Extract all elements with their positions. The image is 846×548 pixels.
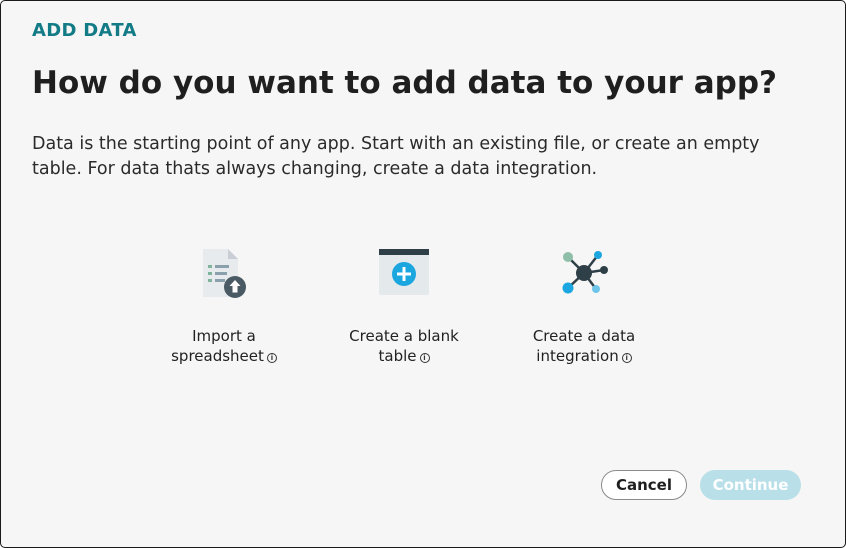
option-import-spreadsheet[interactable]: Import a spreadsheet i (144, 245, 304, 366)
option-label: Create a blank table i (324, 326, 484, 366)
continue-button[interactable]: Continue (700, 470, 801, 500)
option-label-line1: Import a (192, 327, 256, 345)
dialog-eyebrow: ADD DATA (32, 20, 137, 41)
dialog-title: How do you want to add data to your app? (32, 65, 778, 101)
option-create-blank-table[interactable]: Create a blank table i (324, 245, 484, 366)
blank-table-add-icon (324, 245, 484, 305)
info-icon[interactable]: i (621, 353, 632, 363)
option-label-line1: Create a data (532, 327, 636, 345)
dialog-description: Data is the starting point of any app. S… (32, 134, 760, 179)
option-label-line2: integration (536, 347, 619, 365)
option-create-data-integration[interactable]: Create a data integration i (504, 245, 664, 366)
option-label-line2: spreadsheet (171, 347, 264, 365)
spreadsheet-upload-icon (144, 245, 304, 305)
data-integration-network-icon (504, 245, 664, 305)
option-label-line1: Create a blank (349, 327, 459, 345)
option-label: Import a spreadsheet i (144, 326, 304, 366)
info-icon[interactable]: i (266, 353, 277, 363)
cancel-button[interactable]: Cancel (601, 470, 687, 500)
info-icon[interactable]: i (419, 353, 430, 363)
option-label: Create a data integration i (504, 326, 664, 366)
option-label-line2: table (378, 347, 417, 365)
add-data-dialog: ADD DATA How do you want to add data to … (0, 0, 846, 548)
